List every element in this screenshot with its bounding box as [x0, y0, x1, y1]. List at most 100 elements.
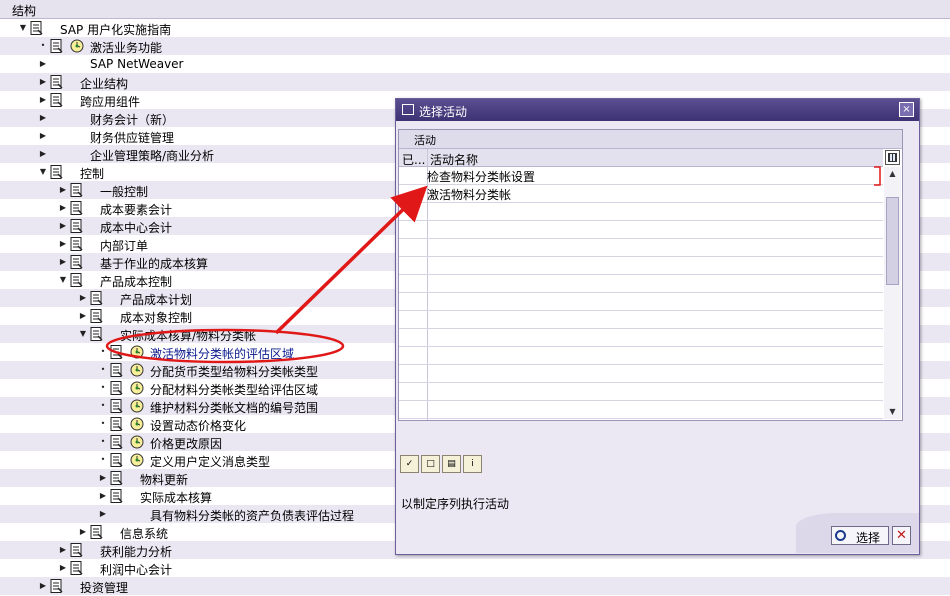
documentation-icon[interactable]	[90, 291, 103, 305]
grid-row[interactable]	[399, 221, 883, 239]
grid-row[interactable]	[399, 329, 883, 347]
documentation-icon[interactable]	[110, 381, 123, 395]
execute-clock-icon[interactable]	[130, 399, 144, 413]
tree-node-label[interactable]: 成本对象控制	[120, 309, 192, 326]
grid-row[interactable]: 激活物料分类帐	[399, 185, 883, 203]
documentation-icon[interactable]	[70, 255, 83, 269]
documentation-icon[interactable]	[110, 417, 123, 431]
expand-icon[interactable]: ▶	[58, 253, 68, 271]
column-done-header[interactable]: 已...	[402, 151, 425, 168]
choose-button[interactable]: 选择	[831, 526, 889, 545]
grid-row[interactable]	[399, 275, 883, 293]
tree-node-label[interactable]: 财务供应链管理	[90, 129, 174, 146]
documentation-icon[interactable]	[110, 435, 123, 449]
select-all-icon[interactable]: ✓	[400, 455, 419, 473]
expand-icon[interactable]: ▶	[38, 91, 48, 109]
select-block-icon[interactable]: ▤	[442, 455, 461, 473]
documentation-icon[interactable]	[110, 345, 123, 359]
grid-row[interactable]	[399, 311, 883, 329]
expand-icon[interactable]: ▶	[38, 55, 48, 73]
tree-node-label[interactable]: 价格更改原因	[150, 435, 222, 452]
tree-node-label[interactable]: 定义用户定义消息类型	[150, 453, 270, 470]
tree-node-label[interactable]: 企业管理策略/商业分析	[90, 147, 214, 164]
expand-icon[interactable]: ▶	[58, 217, 68, 235]
execute-clock-icon[interactable]	[130, 363, 144, 377]
expand-icon[interactable]: ▶	[78, 523, 88, 541]
expand-icon[interactable]: ▶	[58, 181, 68, 199]
tree-node-label[interactable]: 维护材料分类帐文档的编号范围	[150, 399, 318, 416]
tree-node-label[interactable]: 具有物料分类帐的资产负债表评估过程	[150, 507, 354, 524]
documentation-icon[interactable]	[70, 543, 83, 557]
cancel-button[interactable]: ✕	[892, 526, 911, 545]
grid-row[interactable]	[399, 401, 883, 419]
scroll-up-icon[interactable]: ▲	[884, 167, 901, 181]
scroll-thumb[interactable]	[886, 197, 899, 285]
tree-node-label[interactable]: 产品成本控制	[100, 273, 172, 290]
grid-row[interactable]	[399, 347, 883, 365]
tree-node-label[interactable]: 产品成本计划	[120, 291, 192, 308]
execute-clock-icon[interactable]	[130, 345, 144, 359]
collapse-icon[interactable]: ▼	[18, 19, 28, 37]
documentation-icon[interactable]	[70, 237, 83, 251]
tree-node-label[interactable]: 实际成本核算	[140, 489, 212, 506]
documentation-icon[interactable]	[110, 471, 123, 485]
grid-row[interactable]: 检查物料分类帐设置	[399, 167, 883, 185]
tree-row[interactable]: ▼ SAP 用户化实施指南	[0, 19, 950, 37]
documentation-icon[interactable]	[50, 165, 63, 179]
documentation-icon[interactable]	[50, 579, 63, 593]
expand-icon[interactable]: ▶	[98, 469, 108, 487]
vertical-scrollbar[interactable]: ▲ ▼	[884, 167, 901, 419]
documentation-icon[interactable]	[90, 525, 103, 539]
grid-row[interactable]	[399, 257, 883, 275]
expand-icon[interactable]: ▶	[78, 307, 88, 325]
tree-node-label[interactable]: 物料更新	[140, 471, 188, 488]
deselect-all-icon[interactable]: □	[421, 455, 440, 473]
tree-node-label[interactable]: 利润中心会计	[100, 561, 172, 578]
grid-row[interactable]	[399, 383, 883, 401]
documentation-icon[interactable]	[90, 309, 103, 323]
tree-node-label[interactable]: SAP 用户化实施指南	[60, 21, 171, 38]
tree-node-label[interactable]: 成本要素会计	[100, 201, 172, 218]
tree-node-label[interactable]: 企业结构	[80, 75, 128, 92]
expand-icon[interactable]: ▶	[98, 505, 108, 523]
dialog-title-bar[interactable]: 选择活动 ×	[396, 99, 919, 121]
documentation-icon[interactable]	[70, 273, 83, 287]
scroll-down-icon[interactable]: ▼	[884, 405, 901, 419]
expand-icon[interactable]: ▶	[78, 289, 88, 307]
execute-clock-icon[interactable]	[130, 453, 144, 467]
tree-node-label[interactable]: 激活业务功能	[90, 39, 162, 56]
tree-row[interactable]: ▶ SAP NetWeaver	[0, 55, 950, 73]
column-name-header[interactable]: 活动名称	[430, 151, 478, 168]
collapse-icon[interactable]: ▼	[58, 271, 68, 289]
tree-node-label[interactable]: 分配材料分类帐类型给评估区域	[150, 381, 318, 398]
documentation-icon[interactable]	[110, 453, 123, 467]
expand-icon[interactable]: ▶	[98, 487, 108, 505]
expand-icon[interactable]: ▶	[38, 145, 48, 163]
tree-node-label[interactable]: 获利能力分析	[100, 543, 172, 560]
table-settings-icon[interactable]	[885, 150, 900, 165]
execute-clock-icon[interactable]	[130, 417, 144, 431]
tree-node-label[interactable]: 内部订单	[100, 237, 148, 254]
tree-row[interactable]: ▶ 投资管理	[0, 577, 950, 595]
documentation-icon[interactable]	[70, 561, 83, 575]
grid-row[interactable]	[399, 239, 883, 257]
documentation-icon[interactable]	[110, 363, 123, 377]
expand-icon[interactable]: ▶	[58, 199, 68, 217]
collapse-icon[interactable]: ▼	[38, 163, 48, 181]
grid-row[interactable]	[399, 203, 883, 221]
documentation-icon[interactable]	[50, 75, 63, 89]
documentation-icon[interactable]	[70, 201, 83, 215]
documentation-icon[interactable]	[70, 183, 83, 197]
expand-icon[interactable]: ▶	[38, 73, 48, 91]
expand-icon[interactable]: ▶	[38, 109, 48, 127]
tree-node-label[interactable]: 基于作业的成本核算	[100, 255, 208, 272]
tree-node-label[interactable]: SAP NetWeaver	[90, 57, 183, 71]
documentation-icon[interactable]	[30, 21, 43, 35]
expand-icon[interactable]: ▶	[58, 559, 68, 577]
tree-node-label[interactable]: 实际成本核算/物料分类帐	[120, 327, 256, 344]
tree-node-label[interactable]: 激活物料分类帐的评估区域	[150, 345, 294, 362]
documentation-icon[interactable]	[50, 93, 63, 107]
execute-clock-icon[interactable]	[130, 381, 144, 395]
expand-icon[interactable]: ▶	[58, 235, 68, 253]
tree-node-label[interactable]: 财务会计（新）	[90, 111, 174, 128]
